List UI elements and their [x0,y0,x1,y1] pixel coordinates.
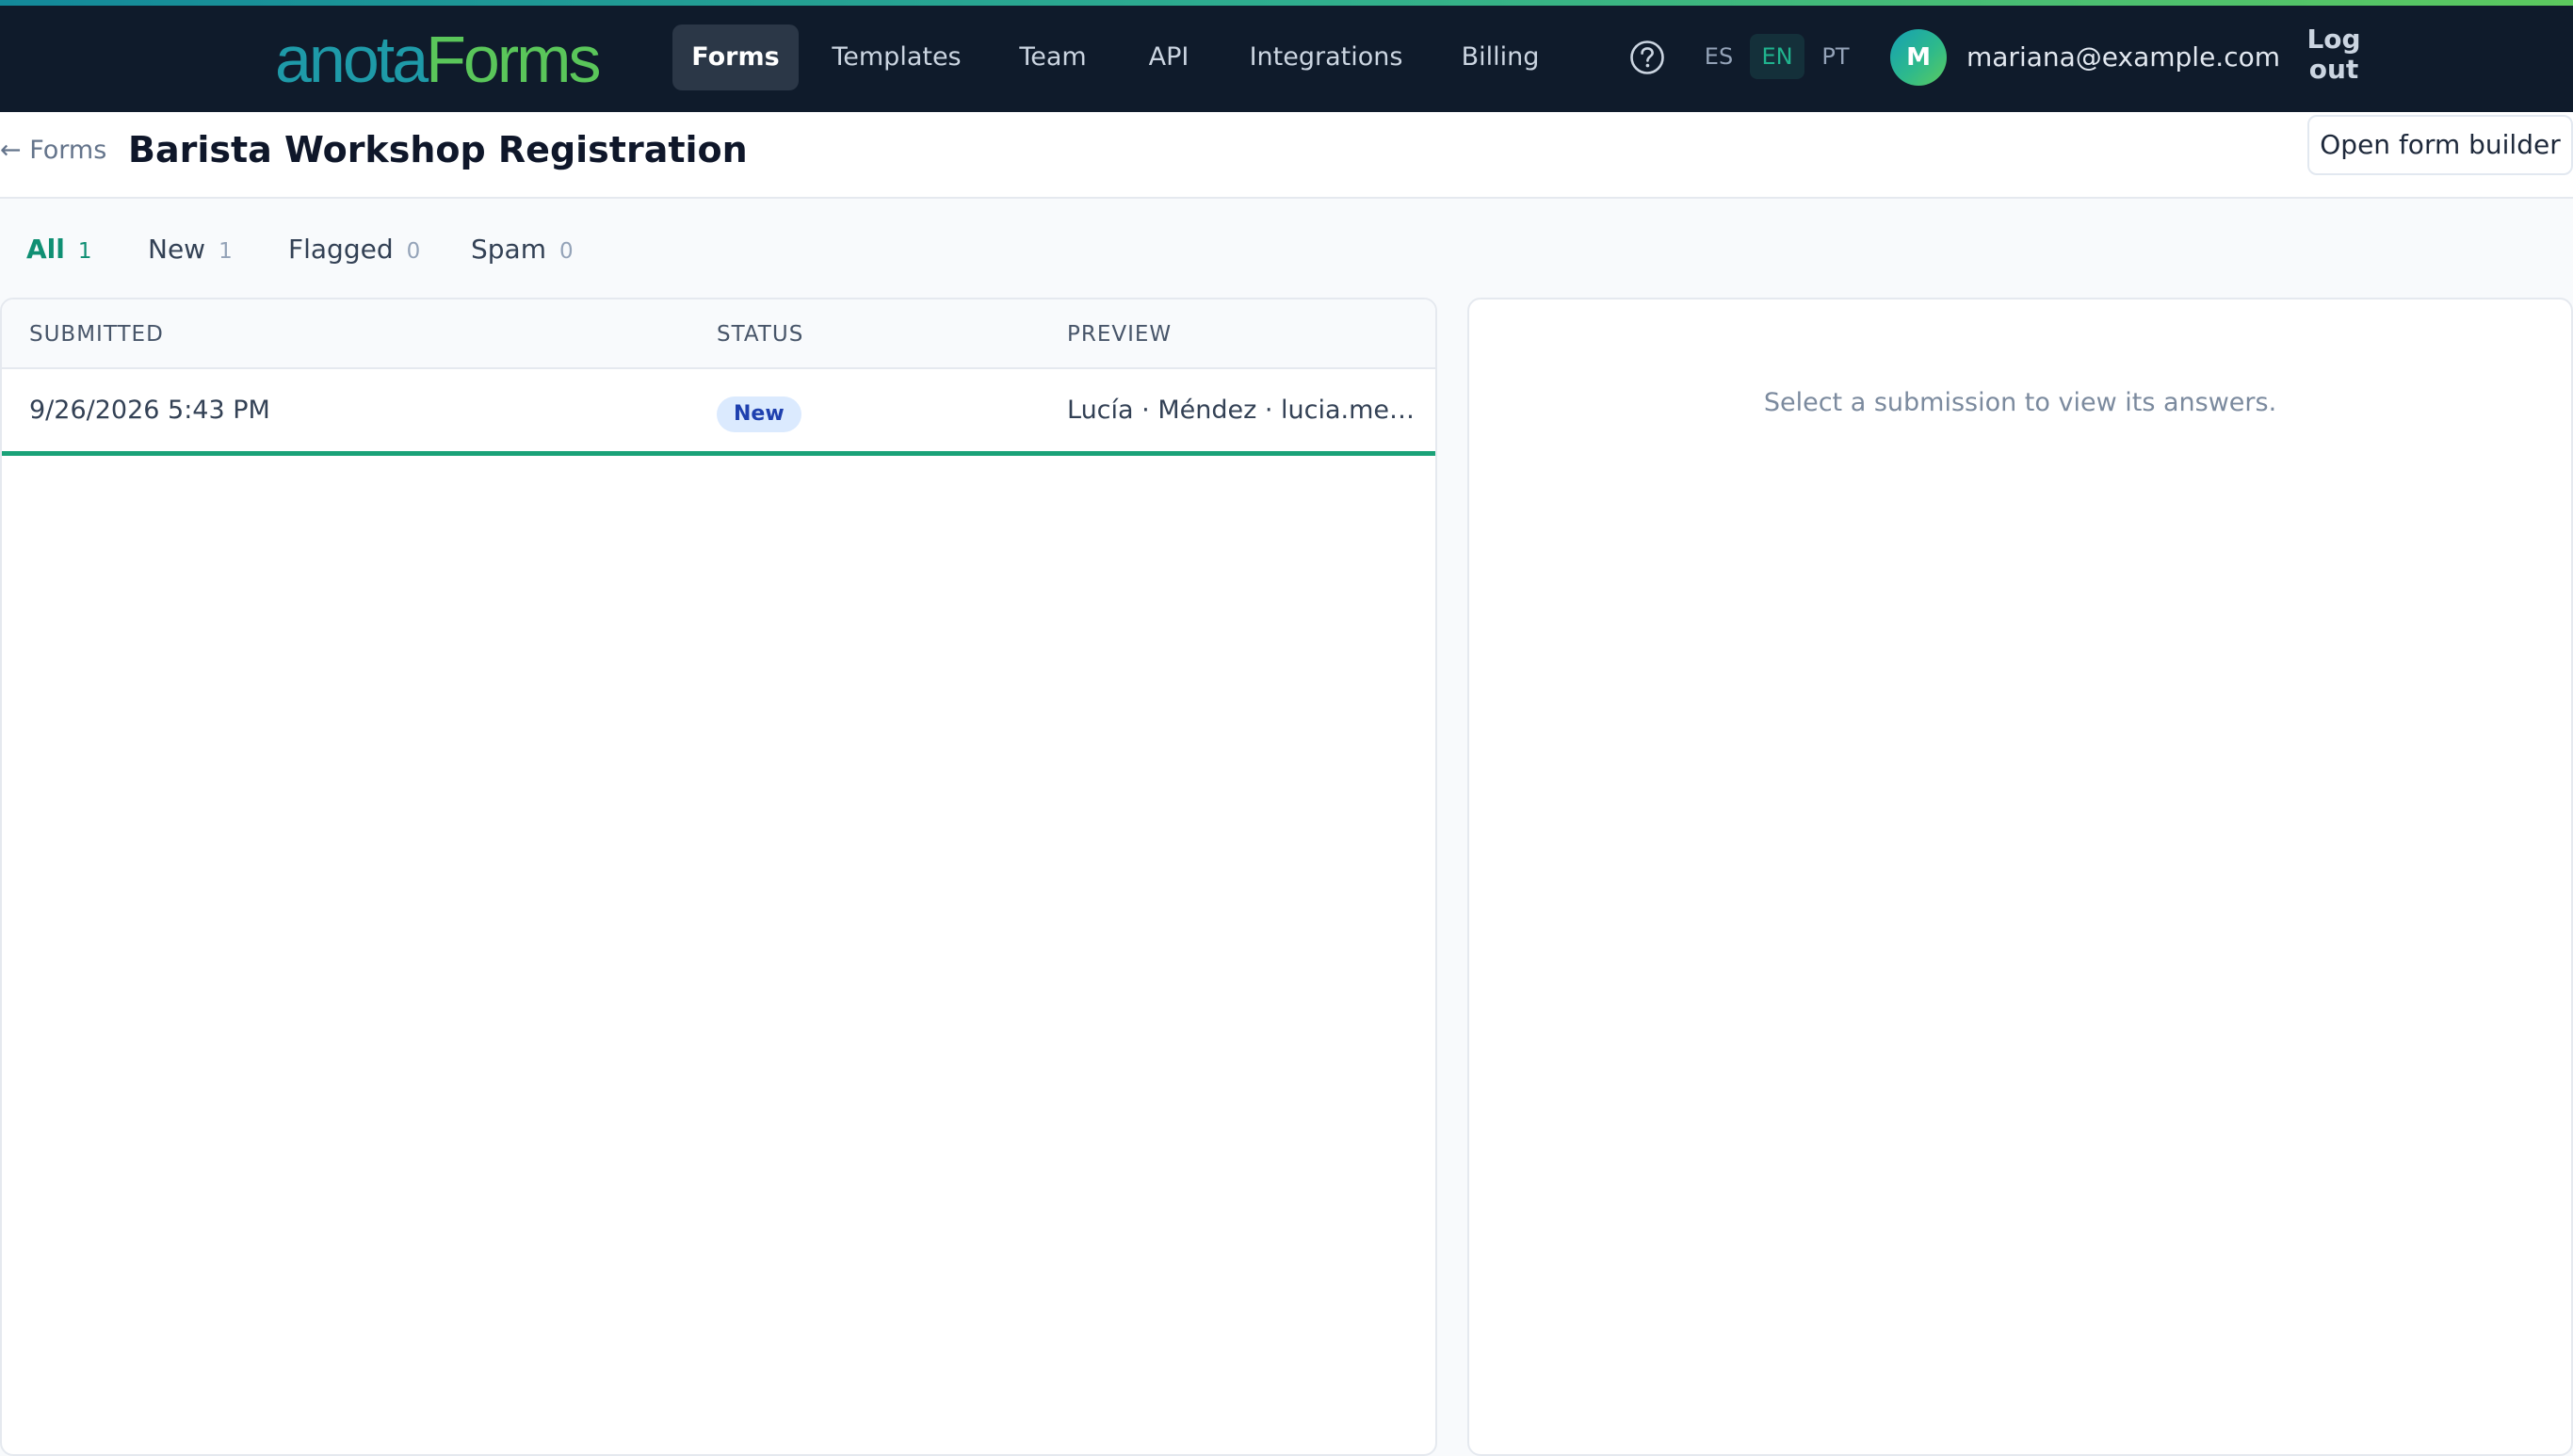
column-header-submitted[interactable]: SUBMITTED [29,318,164,350]
top-nav-bar: anotaForms Forms Templates Team API Inte… [0,0,2573,112]
tab-label: New [148,234,206,265]
status-badge: New [717,396,801,432]
tab-label: Spam [471,234,546,265]
tab-all[interactable]: All 1 [26,230,92,269]
table-row[interactable]: 9/26/2026 5:43 PM New Lucía · Méndez · l… [2,371,1435,456]
submissions-list-panel: SUBMITTED STATUS PREVIEW 9/26/2026 5:43 … [0,298,1437,1456]
lang-en[interactable]: EN [1750,34,1804,79]
logo-text-anota: anota [275,23,429,96]
nav-templates[interactable]: Templates [821,24,972,90]
top-accent-stripe [0,0,2573,6]
back-to-forms-link[interactable]: ← Forms [0,131,106,170]
nav-billing[interactable]: Billing [1448,24,1552,90]
app-logo[interactable]: anotaForms [275,17,601,102]
nav-team[interactable]: Team [1004,24,1102,90]
column-header-status[interactable]: STATUS [717,318,803,350]
tab-label: All [26,234,65,265]
preview-cell: Lucía · Méndez · lucia.mendez@example.co… [1067,396,1416,425]
tab-spam[interactable]: Spam 0 [471,230,574,269]
lang-es[interactable]: ES [1695,34,1742,79]
submission-detail-panel: Select a submission to view its answers. [1467,298,2573,1456]
help-circle-icon[interactable] [1629,40,1665,75]
tab-new[interactable]: New 1 [148,230,233,269]
tab-count: 1 [218,239,233,264]
user-avatar[interactable]: M [1890,29,1947,86]
page-header: ← Forms Barista Workshop Registration Op… [0,112,2573,199]
tab-label: Flagged [288,234,394,265]
tab-flagged[interactable]: Flagged 0 [288,230,420,269]
column-header-preview[interactable]: PREVIEW [1067,318,1172,350]
tab-count: 0 [406,239,421,264]
user-email: mariana@example.com [1966,41,2281,73]
open-form-builder-button[interactable]: Open form builder [2307,115,2573,175]
logout-button[interactable]: Log out [2289,24,2379,85]
page-title: Barista Workshop Registration [128,129,748,170]
tab-count: 0 [558,239,574,264]
logo-text-forms: Forms [426,23,601,96]
nav-integrations[interactable]: Integrations [1239,24,1413,90]
nav-api[interactable]: API [1134,24,1204,90]
empty-state-message: Select a submission to view its answers. [1763,388,2277,417]
lang-pt[interactable]: PT [1812,34,1859,79]
submitted-date-cell: 9/26/2026 5:43 PM [29,396,270,425]
table-header: SUBMITTED STATUS PREVIEW [2,299,1435,369]
tab-count: 1 [77,239,92,264]
nav-forms[interactable]: Forms [672,24,799,90]
